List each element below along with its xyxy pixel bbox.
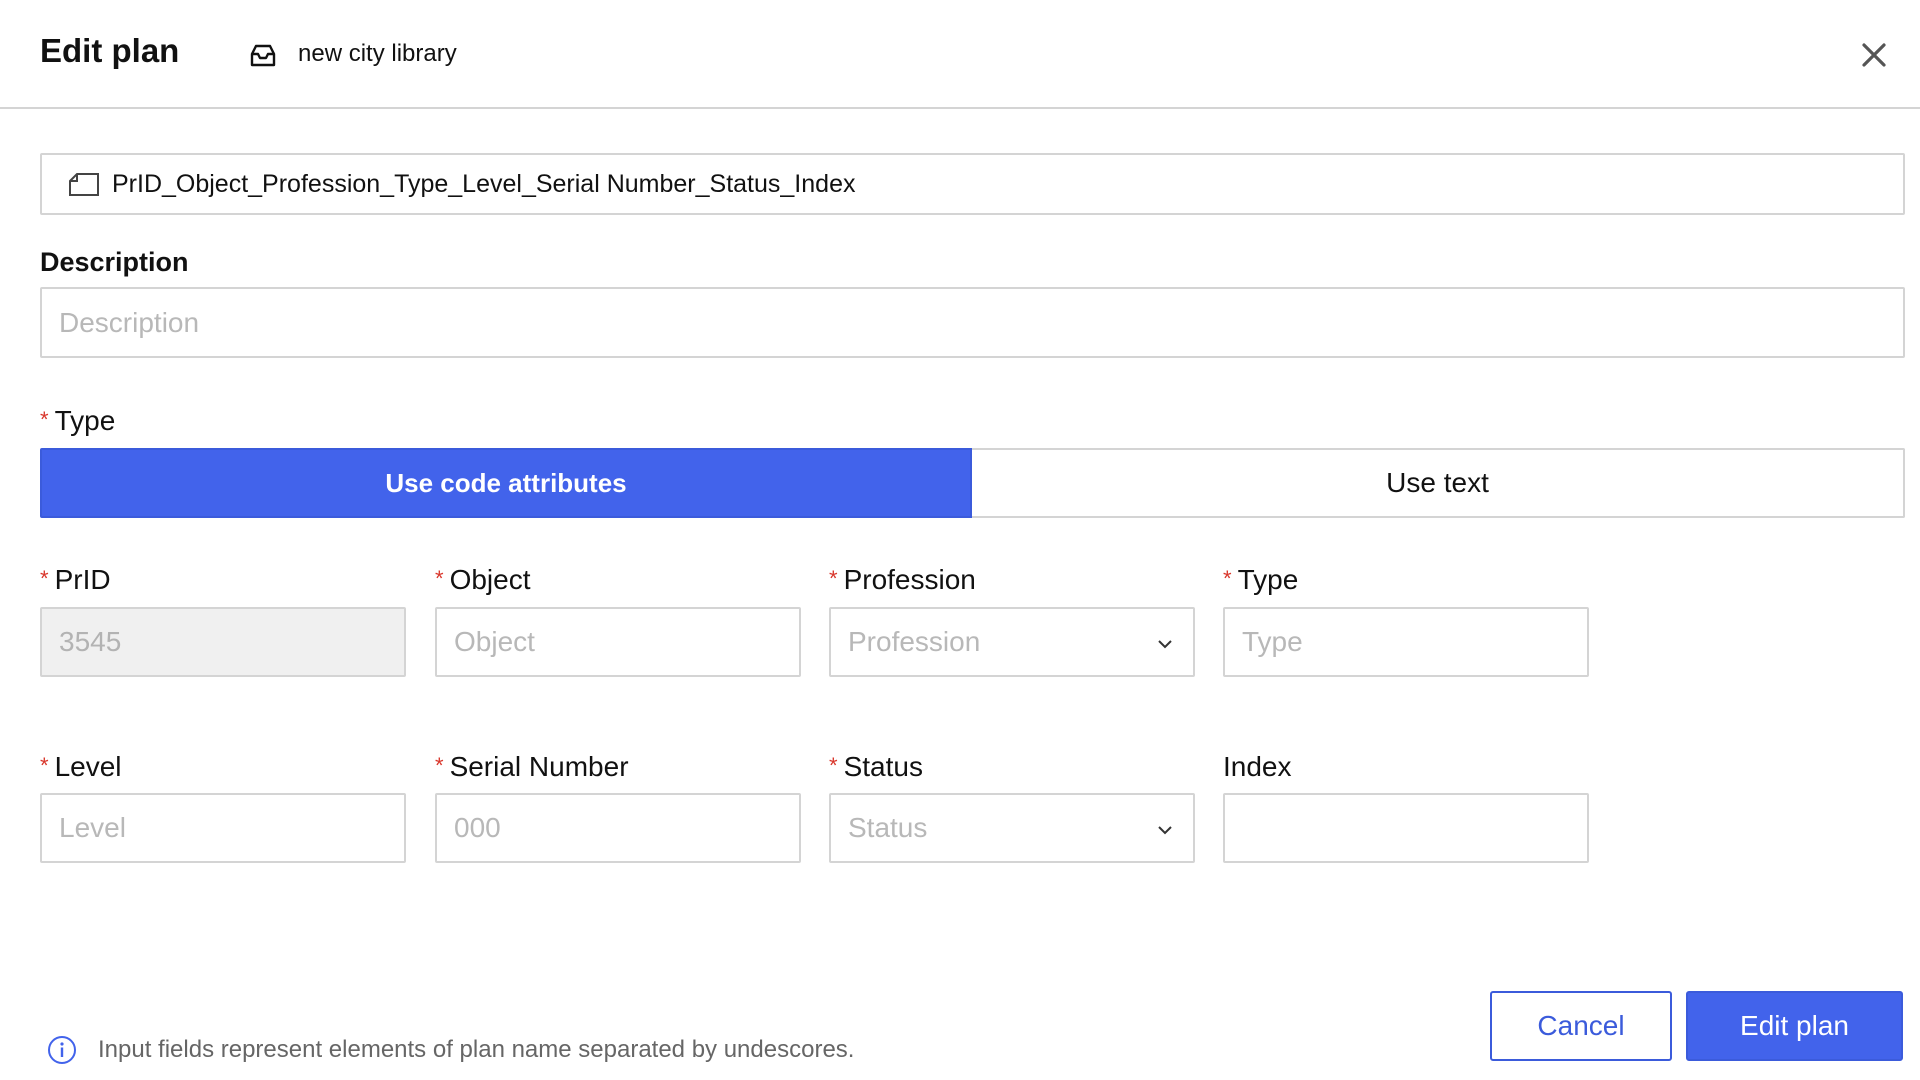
dialog-header: Edit plan new city library [0, 0, 1920, 109]
object-field[interactable] [435, 607, 801, 677]
profession-label: * Profession [829, 564, 976, 596]
status-select[interactable] [829, 793, 1195, 863]
plan-name-text: PrID_Object_Profession_Type_Level_Serial… [112, 170, 856, 198]
edit-plan-button[interactable]: Edit plan [1686, 991, 1903, 1061]
index-label: Index [1223, 751, 1292, 782]
description-input[interactable] [42, 289, 1903, 356]
type-selector-label: * Type [40, 405, 115, 437]
project-name: new city library [298, 40, 457, 67]
required-marker: * [40, 753, 49, 778]
type-field[interactable] [1223, 607, 1589, 677]
object-label: * Object [435, 564, 531, 596]
edit-plan-dialog: Edit plan new city library PrID_Object_P… [0, 0, 1920, 1080]
level-input[interactable] [42, 795, 404, 861]
serial-number-label-text: Serial Number [449, 751, 629, 782]
required-marker: * [435, 753, 444, 778]
type-selector-label-text: Type [54, 405, 116, 436]
status-label-text: Status [843, 751, 923, 782]
level-field[interactable] [40, 793, 406, 863]
level-label: * Level [40, 751, 122, 783]
status-input[interactable] [831, 795, 1193, 861]
index-field[interactable] [1223, 793, 1589, 863]
tag-icon [69, 173, 99, 196]
type-label-text: Type [1237, 564, 1299, 595]
required-marker: * [829, 566, 838, 591]
plan-name-preview: PrID_Object_Profession_Type_Level_Serial… [40, 153, 1905, 215]
index-input[interactable] [1225, 795, 1587, 861]
dialog-title: Edit plan [40, 32, 180, 69]
prid-field [40, 607, 406, 677]
info-text: Input fields represent elements of plan … [98, 1036, 855, 1063]
object-input[interactable] [437, 609, 799, 675]
serial-number-label: * Serial Number [435, 751, 629, 783]
object-label-text: Object [449, 564, 531, 595]
prid-input [42, 609, 404, 675]
profession-input[interactable] [831, 609, 1193, 675]
close-icon[interactable] [1856, 37, 1892, 73]
required-marker: * [435, 566, 444, 591]
required-marker: * [40, 566, 49, 591]
profession-select[interactable] [829, 607, 1195, 677]
status-label: * Status [829, 751, 923, 783]
required-marker: * [829, 753, 838, 778]
description-label: Description [40, 247, 189, 277]
cancel-button[interactable]: Cancel [1490, 991, 1672, 1061]
inbox-icon [250, 44, 276, 67]
info-icon [48, 1036, 76, 1064]
description-field[interactable] [40, 287, 1905, 358]
serial-number-field[interactable] [435, 793, 801, 863]
use-text-option[interactable]: Use text [972, 448, 1905, 518]
required-marker: * [40, 407, 49, 432]
serial-number-input[interactable] [437, 795, 799, 861]
use-code-attributes-option[interactable]: Use code attributes [40, 448, 972, 518]
required-marker: * [1223, 566, 1232, 591]
type-label: * Type [1223, 564, 1298, 596]
prid-label-text: PrID [54, 564, 111, 595]
prid-label: * PrID [40, 564, 111, 596]
type-input[interactable] [1225, 609, 1587, 675]
profession-label-text: Profession [843, 564, 976, 595]
level-label-text: Level [54, 751, 122, 782]
